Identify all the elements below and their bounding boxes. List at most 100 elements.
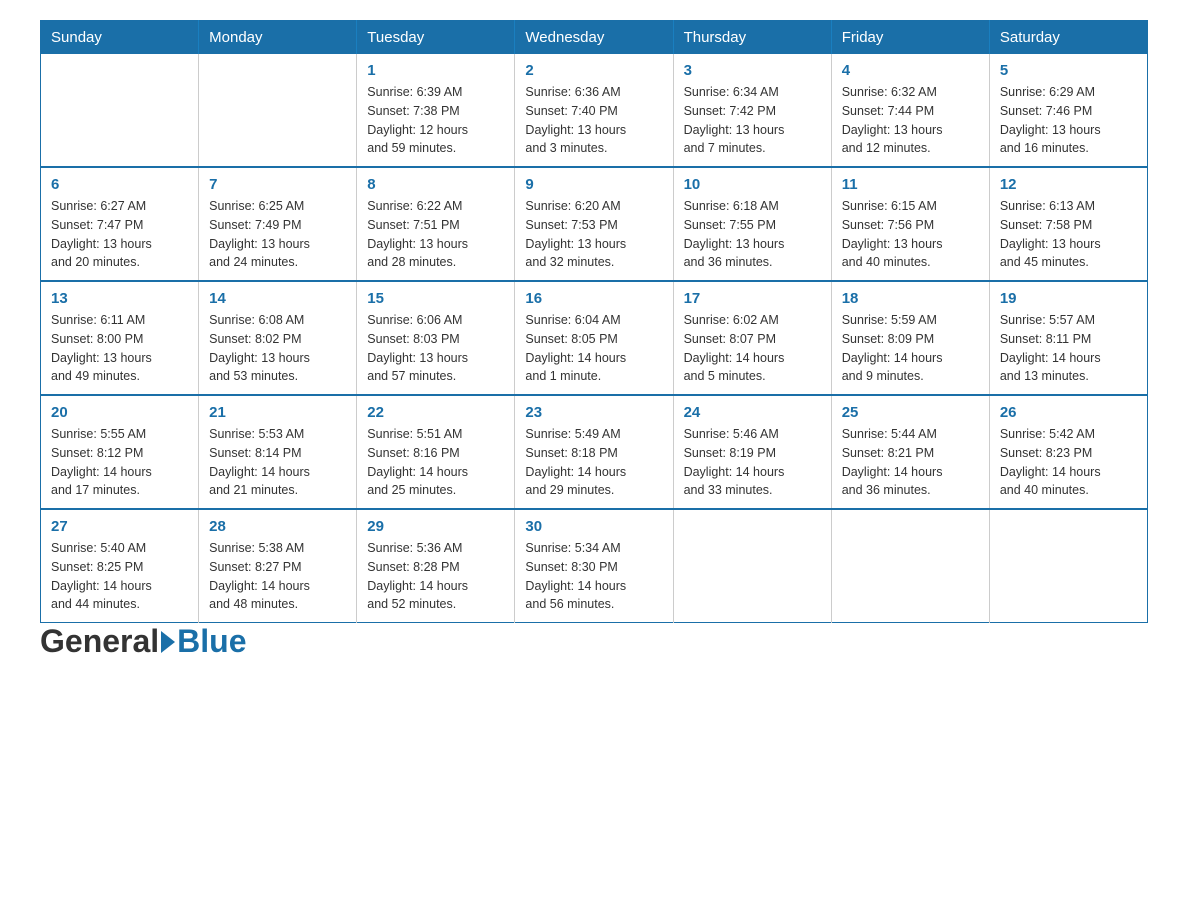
day-number: 2 — [525, 62, 662, 79]
day-info: Sunrise: 6:27 AM Sunset: 7:47 PM Dayligh… — [51, 197, 188, 272]
day-number: 13 — [51, 290, 188, 307]
calendar-cell: 6 Sunrise: 6:27 AM Sunset: 7:47 PM Daylig… — [41, 167, 199, 281]
day-info: Sunrise: 6:13 AM Sunset: 7:58 PM Dayligh… — [1000, 197, 1137, 272]
calendar-cell: 28 Sunrise: 5:38 AM Sunset: 8:27 PM Dayli… — [199, 509, 357, 623]
day-info: Sunrise: 5:36 AM Sunset: 8:28 PM Dayligh… — [367, 539, 504, 614]
day-info: Sunrise: 5:59 AM Sunset: 8:09 PM Dayligh… — [842, 311, 979, 386]
logo-blue-final: Blue — [177, 623, 246, 660]
day-info: Sunrise: 6:36 AM Sunset: 7:40 PM Dayligh… — [525, 83, 662, 158]
calendar-cell: 5Sunrise: 6:29 AM Sunset: 7:46 PM Daylig… — [989, 54, 1147, 167]
calendar-cell: 4 Sunrise: 6:32 AM Sunset: 7:44 PM Daylig… — [831, 54, 989, 167]
day-number: 30 — [525, 518, 662, 535]
day-info: Sunrise: 5:51 AM Sunset: 8:16 PM Dayligh… — [367, 425, 504, 500]
calendar-cell: 10Sunrise: 6:18 AM Sunset: 7:55 PM Dayli… — [673, 167, 831, 281]
top-bar: General Blue — [40, 623, 1148, 660]
calendar-week-row: 27 Sunrise: 5:40 AM Sunset: 8:25 PM Dayli… — [41, 509, 1148, 623]
day-number: 27 — [51, 518, 188, 535]
day-number: 15 — [367, 290, 504, 307]
day-info: Sunrise: 5:49 AM Sunset: 8:18 PM Dayligh… — [525, 425, 662, 500]
calendar-cell: 21Sunrise: 5:53 AM Sunset: 8:14 PM Dayli… — [199, 395, 357, 509]
calendar-cell: 11 Sunrise: 6:15 AM Sunset: 7:56 PM Dayli… — [831, 167, 989, 281]
day-info: Sunrise: 5:55 AM Sunset: 8:12 PM Dayligh… — [51, 425, 188, 500]
calendar-week-row: 20Sunrise: 5:55 AM Sunset: 8:12 PM Dayli… — [41, 395, 1148, 509]
calendar-body: 1 Sunrise: 6:39 AM Sunset: 7:38 PM Daylig… — [41, 54, 1148, 623]
calendar-cell: 22 Sunrise: 5:51 AM Sunset: 8:16 PM Dayli… — [357, 395, 515, 509]
day-number: 11 — [842, 176, 979, 193]
calendar-week-row: 13Sunrise: 6:11 AM Sunset: 8:00 PM Dayli… — [41, 281, 1148, 395]
calendar-cell: 7Sunrise: 6:25 AM Sunset: 7:49 PM Daylig… — [199, 167, 357, 281]
calendar-cell: 14Sunrise: 6:08 AM Sunset: 8:02 PM Dayli… — [199, 281, 357, 395]
day-number: 1 — [367, 62, 504, 79]
logo-final: General Blue — [40, 623, 247, 660]
day-info: Sunrise: 5:57 AM Sunset: 8:11 PM Dayligh… — [1000, 311, 1137, 386]
day-info: Sunrise: 6:04 AM Sunset: 8:05 PM Dayligh… — [525, 311, 662, 386]
day-info: Sunrise: 6:34 AM Sunset: 7:42 PM Dayligh… — [684, 83, 821, 158]
day-info: Sunrise: 5:40 AM Sunset: 8:25 PM Dayligh… — [51, 539, 188, 614]
calendar-cell: 29 Sunrise: 5:36 AM Sunset: 8:28 PM Dayli… — [357, 509, 515, 623]
calendar-week-row: 6 Sunrise: 6:27 AM Sunset: 7:47 PM Daylig… — [41, 167, 1148, 281]
calendar-cell: 18Sunrise: 5:59 AM Sunset: 8:09 PM Dayli… — [831, 281, 989, 395]
calendar-cell: 9 Sunrise: 6:20 AM Sunset: 7:53 PM Daylig… — [515, 167, 673, 281]
calendar-cell — [199, 54, 357, 167]
day-info: Sunrise: 5:44 AM Sunset: 8:21 PM Dayligh… — [842, 425, 979, 500]
day-info: Sunrise: 6:39 AM Sunset: 7:38 PM Dayligh… — [367, 83, 504, 158]
day-info: Sunrise: 5:42 AM Sunset: 8:23 PM Dayligh… — [1000, 425, 1137, 500]
calendar-cell: 30 Sunrise: 5:34 AM Sunset: 8:30 PM Dayli… — [515, 509, 673, 623]
day-info: Sunrise: 5:34 AM Sunset: 8:30 PM Dayligh… — [525, 539, 662, 614]
calendar-cell: 19 Sunrise: 5:57 AM Sunset: 8:11 PM Dayli… — [989, 281, 1147, 395]
day-info: Sunrise: 6:20 AM Sunset: 7:53 PM Dayligh… — [525, 197, 662, 272]
logo-right-arrow-icon — [161, 631, 175, 653]
calendar-cell: 27 Sunrise: 5:40 AM Sunset: 8:25 PM Dayli… — [41, 509, 199, 623]
calendar-cell: 1 Sunrise: 6:39 AM Sunset: 7:38 PM Daylig… — [357, 54, 515, 167]
day-number: 21 — [209, 404, 346, 421]
calendar-cell: 23 Sunrise: 5:49 AM Sunset: 8:18 PM Dayli… — [515, 395, 673, 509]
calendar-week-row: 1 Sunrise: 6:39 AM Sunset: 7:38 PM Daylig… — [41, 54, 1148, 167]
column-header-monday: Monday — [199, 21, 357, 55]
day-info: Sunrise: 5:38 AM Sunset: 8:27 PM Dayligh… — [209, 539, 346, 614]
day-number: 6 — [51, 176, 188, 193]
calendar-table: SundayMondayTuesdayWednesdayThursdayFrid… — [40, 20, 1148, 623]
day-number: 16 — [525, 290, 662, 307]
logo-arrow-block — [161, 631, 175, 653]
calendar-cell — [41, 54, 199, 167]
calendar-cell: 20Sunrise: 5:55 AM Sunset: 8:12 PM Dayli… — [41, 395, 199, 509]
day-number: 26 — [1000, 404, 1137, 421]
day-number: 17 — [684, 290, 821, 307]
calendar-cell: 13Sunrise: 6:11 AM Sunset: 8:00 PM Dayli… — [41, 281, 199, 395]
day-info: Sunrise: 6:06 AM Sunset: 8:03 PM Dayligh… — [367, 311, 504, 386]
day-number: 22 — [367, 404, 504, 421]
header-row: SundayMondayTuesdayWednesdayThursdayFrid… — [41, 21, 1148, 55]
day-number: 24 — [684, 404, 821, 421]
column-header-friday: Friday — [831, 21, 989, 55]
calendar-cell: 15 Sunrise: 6:06 AM Sunset: 8:03 PM Dayli… — [357, 281, 515, 395]
calendar-cell: 16 Sunrise: 6:04 AM Sunset: 8:05 PM Dayli… — [515, 281, 673, 395]
calendar-cell: 8Sunrise: 6:22 AM Sunset: 7:51 PM Daylig… — [357, 167, 515, 281]
calendar-cell: 24 Sunrise: 5:46 AM Sunset: 8:19 PM Dayli… — [673, 395, 831, 509]
column-header-wednesday: Wednesday — [515, 21, 673, 55]
day-number: 28 — [209, 518, 346, 535]
day-number: 14 — [209, 290, 346, 307]
day-number: 4 — [842, 62, 979, 79]
day-number: 12 — [1000, 176, 1137, 193]
column-header-sunday: Sunday — [41, 21, 199, 55]
calendar-cell: 2 Sunrise: 6:36 AM Sunset: 7:40 PM Daylig… — [515, 54, 673, 167]
day-number: 29 — [367, 518, 504, 535]
calendar-cell: 17 Sunrise: 6:02 AM Sunset: 8:07 PM Dayli… — [673, 281, 831, 395]
day-info: Sunrise: 6:32 AM Sunset: 7:44 PM Dayligh… — [842, 83, 979, 158]
calendar-cell: 26 Sunrise: 5:42 AM Sunset: 8:23 PM Dayli… — [989, 395, 1147, 509]
day-info: Sunrise: 6:18 AM Sunset: 7:55 PM Dayligh… — [684, 197, 821, 272]
day-info: Sunrise: 6:02 AM Sunset: 8:07 PM Dayligh… — [684, 311, 821, 386]
calendar-cell — [989, 509, 1147, 623]
day-number: 23 — [525, 404, 662, 421]
calendar-cell: 12 Sunrise: 6:13 AM Sunset: 7:58 PM Dayli… — [989, 167, 1147, 281]
day-info: Sunrise: 5:46 AM Sunset: 8:19 PM Dayligh… — [684, 425, 821, 500]
column-header-saturday: Saturday — [989, 21, 1147, 55]
calendar-cell: 3Sunrise: 6:34 AM Sunset: 7:42 PM Daylig… — [673, 54, 831, 167]
logo-general-final: General — [40, 623, 159, 660]
day-number: 9 — [525, 176, 662, 193]
day-info: Sunrise: 6:25 AM Sunset: 7:49 PM Dayligh… — [209, 197, 346, 272]
day-info: Sunrise: 6:15 AM Sunset: 7:56 PM Dayligh… — [842, 197, 979, 272]
calendar-cell — [831, 509, 989, 623]
day-number: 5 — [1000, 62, 1137, 79]
day-number: 19 — [1000, 290, 1137, 307]
